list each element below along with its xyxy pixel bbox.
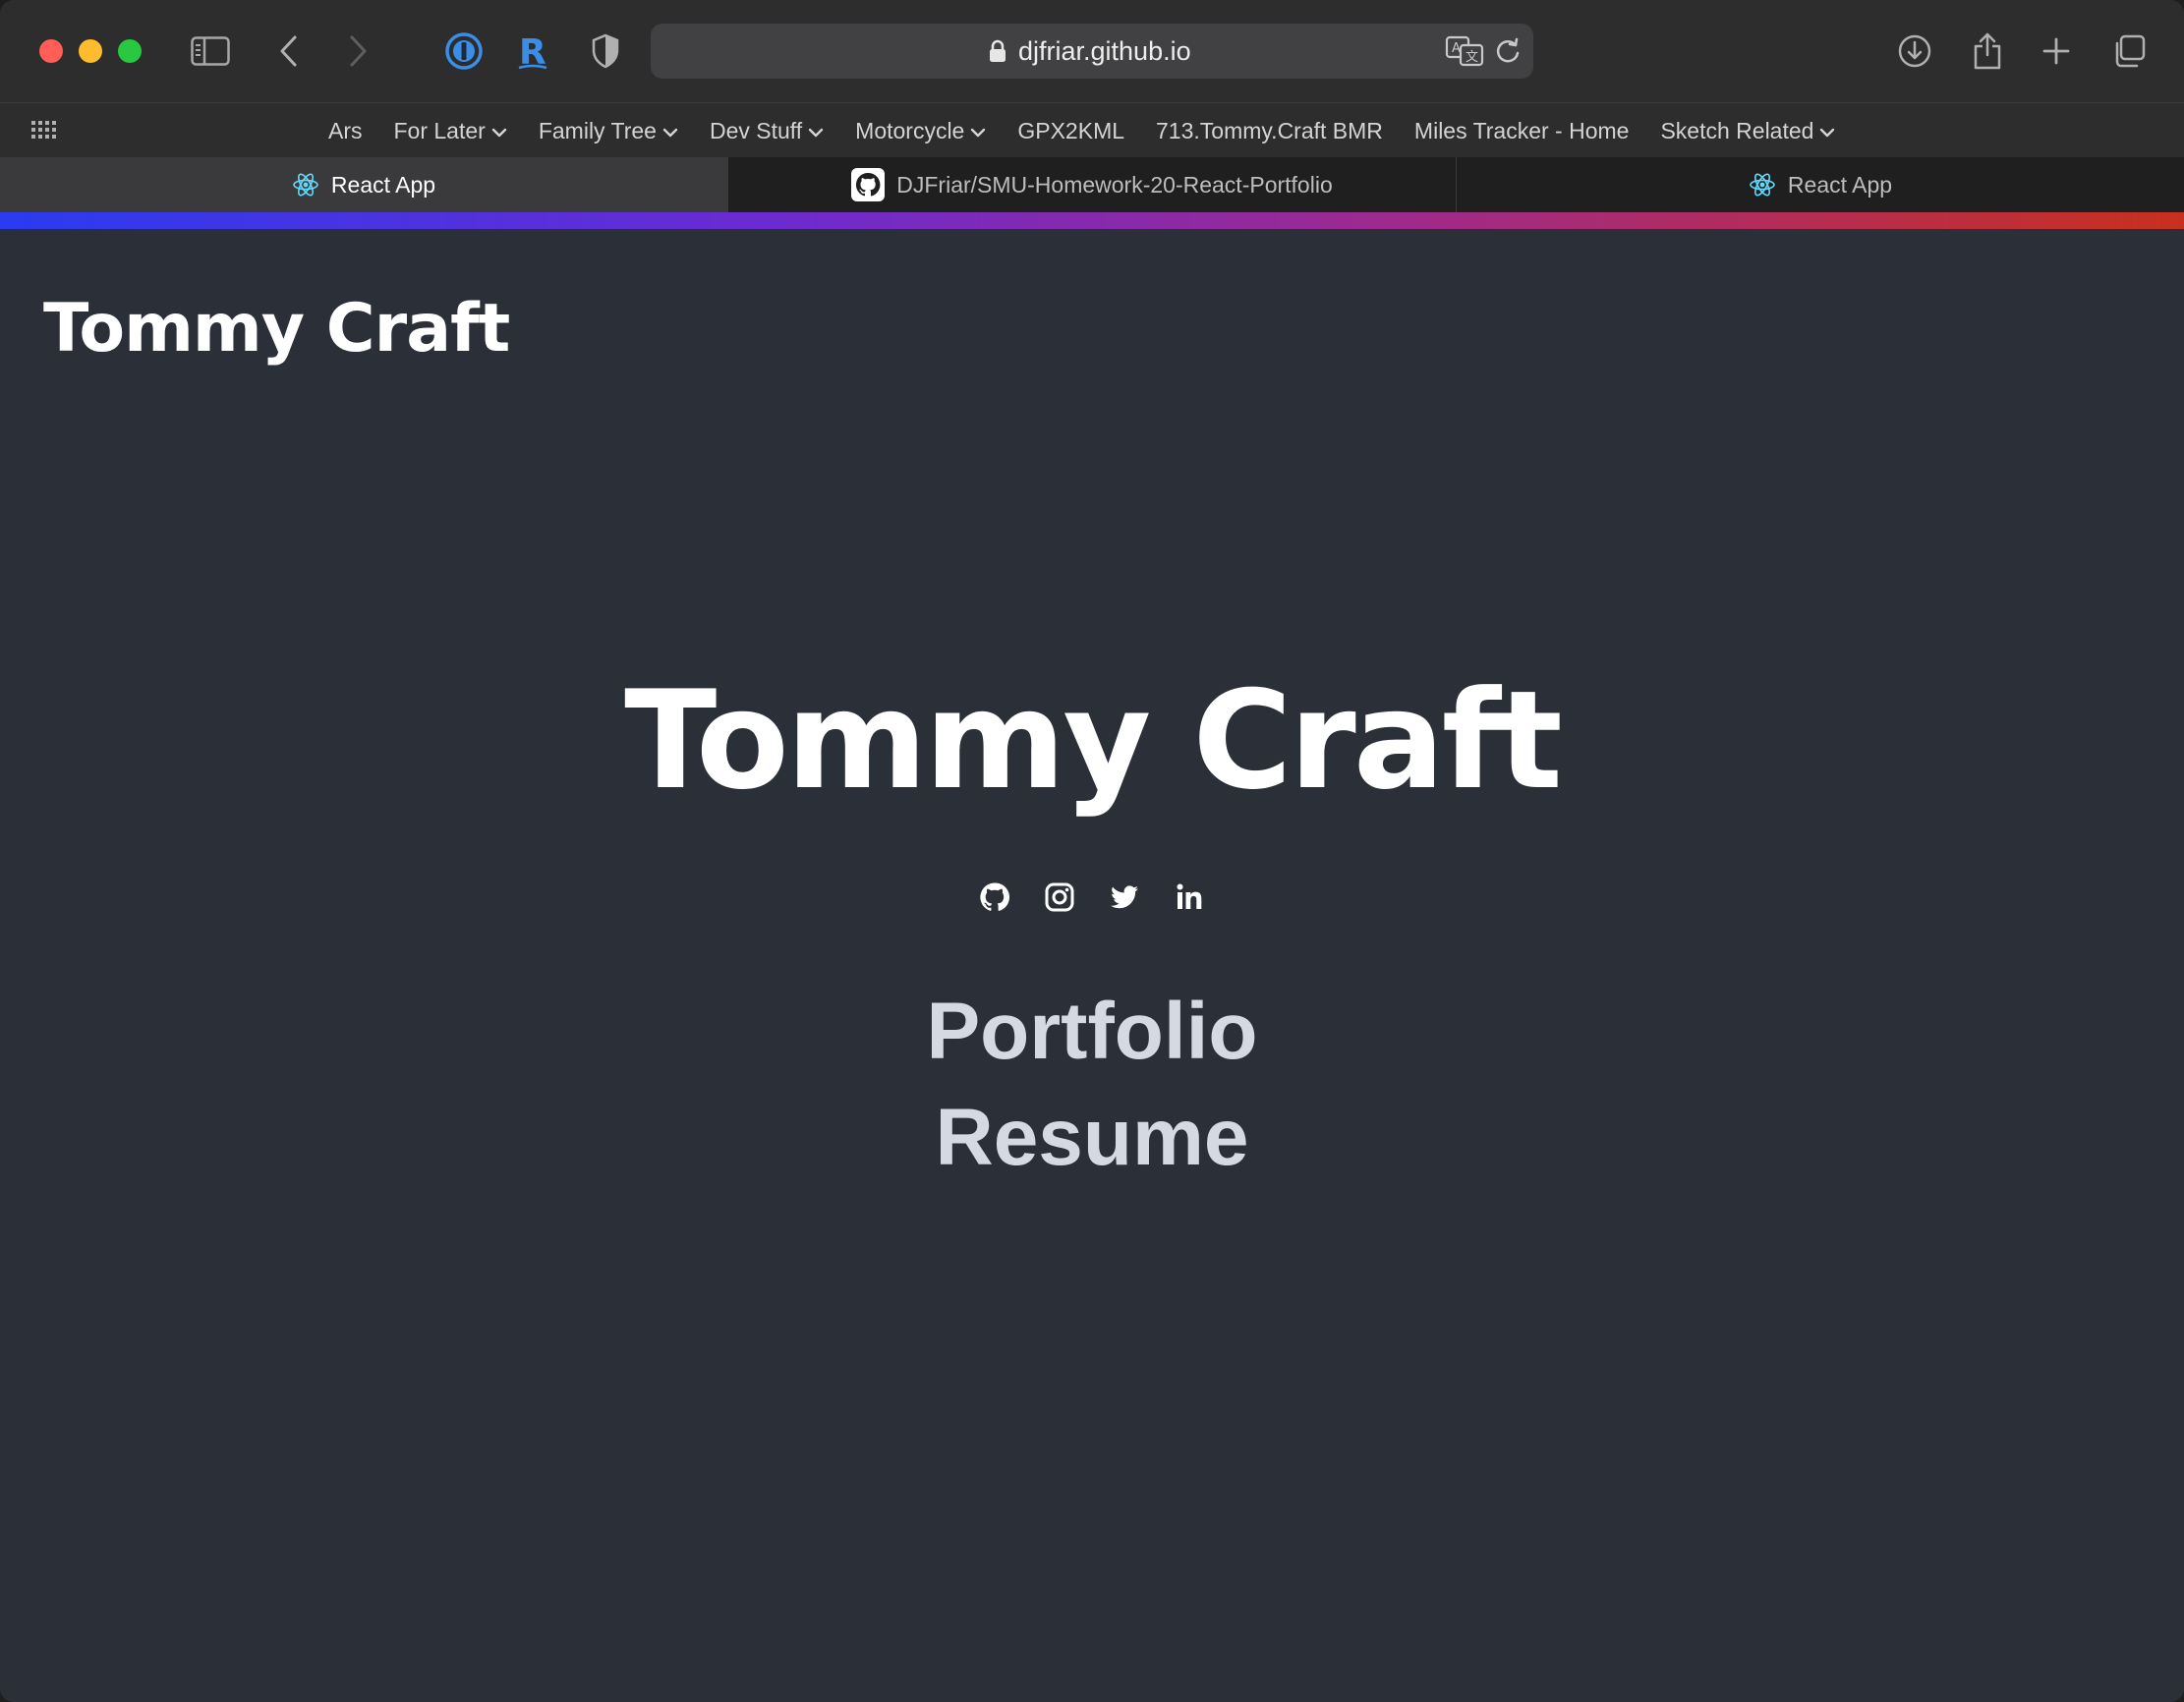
tab-2[interactable]: DJFriar/SMU-Homework-20-React-Portfolio xyxy=(727,157,1456,212)
new-tab-icon[interactable] xyxy=(2031,26,2082,77)
instagram-icon[interactable] xyxy=(1044,881,1075,913)
tab-overview-icon[interactable] xyxy=(2103,26,2155,77)
favorites-bar: Ars For Later Family Tree Dev Stuff Motorcyc… xyxy=(0,102,2184,158)
url-text: djfriar.github.io xyxy=(1018,36,1191,66)
tab-label: React App xyxy=(330,171,436,198)
browser-toolbar: R djfriar.github.io A文 xyxy=(0,0,2184,102)
svg-text:A: A xyxy=(1452,41,1461,56)
favorites-list: Ars For Later Family Tree Dev Stuff Motorcyc… xyxy=(313,103,1851,158)
favorite-item[interactable]: For Later xyxy=(378,118,523,144)
favorite-item[interactable]: 713.Tommy.Craft BMR xyxy=(1140,118,1399,144)
chevron-down-icon xyxy=(491,118,507,144)
password-manager-icon[interactable] xyxy=(438,26,489,77)
favorite-label: For Later xyxy=(393,117,486,143)
r-extension-icon[interactable]: R xyxy=(507,26,558,77)
site-brand[interactable]: Tommy Craft xyxy=(43,290,510,368)
page-load-progress xyxy=(0,212,2184,229)
shield-icon[interactable] xyxy=(580,26,631,77)
hero-title: Tommy Craft xyxy=(624,661,1563,820)
react-icon xyxy=(292,171,319,199)
react-icon xyxy=(1749,171,1776,199)
favorite-item[interactable]: Sketch Related xyxy=(1644,118,1851,144)
tab-bar: React App DJFriar/SMU-Homework-20-React-P… xyxy=(0,157,2184,212)
translate-icon[interactable]: A文 xyxy=(1445,35,1484,72)
downloads-icon[interactable] xyxy=(1889,26,1940,77)
chevron-down-icon xyxy=(970,118,986,144)
svg-text:文: 文 xyxy=(1466,50,1478,65)
favorite-label: Dev Stuff xyxy=(709,117,803,143)
tab-label: DJFriar/SMU-Homework-20-React-Portfolio xyxy=(896,171,1333,198)
social-links xyxy=(0,881,2184,913)
twitter-icon[interactable] xyxy=(1109,881,1140,913)
chevron-down-icon xyxy=(808,118,824,144)
nav-link-resume[interactable]: Resume xyxy=(0,1092,2184,1184)
share-icon[interactable] xyxy=(1962,26,2013,77)
zoom-window-button[interactable] xyxy=(118,39,142,63)
grid-icon[interactable] xyxy=(29,117,57,149)
favorite-label: 713.Tommy.Craft BMR xyxy=(1156,117,1383,143)
favorite-item[interactable]: GPX2KML xyxy=(1002,118,1140,144)
minimize-window-button[interactable] xyxy=(79,39,102,63)
browser-window: R djfriar.github.io A文 Ars For Later Fam… xyxy=(0,0,2184,1702)
favorite-item[interactable]: Family Tree xyxy=(523,118,694,144)
close-window-button[interactable] xyxy=(39,39,63,63)
back-icon[interactable] xyxy=(263,26,315,77)
favorite-label: Sketch Related xyxy=(1660,117,1814,143)
favorite-item[interactable]: Miles Tracker - Home xyxy=(1399,118,1645,144)
page-content: Tommy Craft Tommy Craft Portfolio Resume xyxy=(0,229,2184,1702)
favorite-label: Motorcycle xyxy=(855,117,965,143)
favorite-label: Ars xyxy=(328,117,363,143)
sidebar-toggle-icon[interactable] xyxy=(185,26,236,77)
linkedin-icon[interactable] xyxy=(1174,881,1205,913)
tab-label: React App xyxy=(1787,171,1893,198)
forward-icon[interactable] xyxy=(332,26,383,77)
reload-icon[interactable] xyxy=(1494,37,1522,70)
tab-1[interactable]: React App xyxy=(0,157,727,212)
favorite-item[interactable]: Dev Stuff xyxy=(694,118,839,144)
favorite-item[interactable]: Motorcycle xyxy=(839,118,1002,144)
github-icon[interactable] xyxy=(979,881,1010,913)
address-bar[interactable]: djfriar.github.io A文 xyxy=(651,24,1533,79)
github-icon xyxy=(851,168,886,201)
chevron-down-icon xyxy=(1819,118,1835,144)
tab-3[interactable]: React App xyxy=(1456,157,2184,212)
favorite-item[interactable]: Ars xyxy=(313,118,378,144)
chevron-down-icon xyxy=(662,118,678,144)
nav-link-portfolio[interactable]: Portfolio xyxy=(0,986,2184,1078)
lock-icon xyxy=(989,39,1006,68)
favorite-label: GPX2KML xyxy=(1017,117,1125,143)
favorite-label: Miles Tracker - Home xyxy=(1413,117,1630,143)
favorite-label: Family Tree xyxy=(538,117,657,143)
